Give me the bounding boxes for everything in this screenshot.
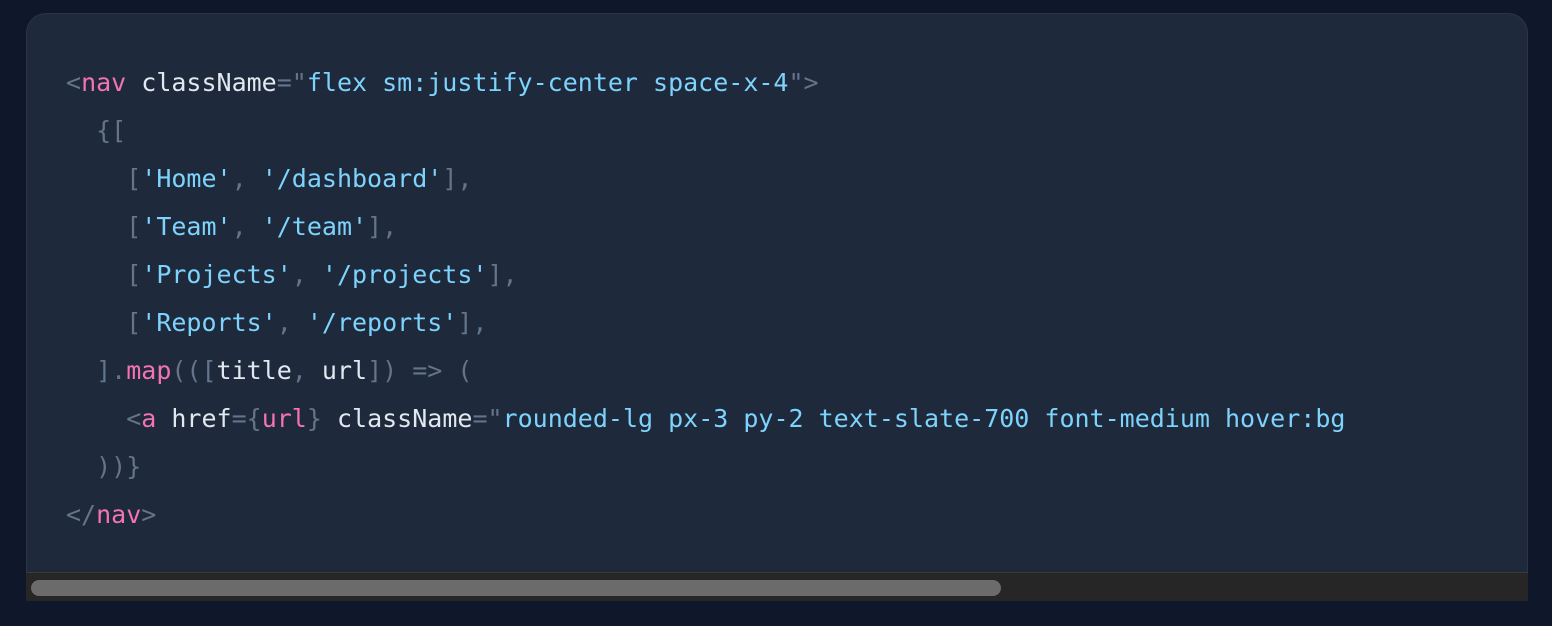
code-token: ]. <box>66 356 127 385</box>
code-token: className <box>321 404 473 433</box>
code-token: '/team' <box>261 212 368 241</box>
code-token: ={ <box>231 404 262 433</box>
code-token: , <box>231 212 262 241</box>
code-token: [ <box>66 212 142 241</box>
code-token: flex sm:justify-center space-x-4 <box>306 68 789 97</box>
code-token: nav <box>81 68 127 97</box>
code-token: =" <box>276 68 307 97</box>
code-line: ))} <box>66 443 1528 491</box>
code-line: <nav className="flex sm:justify-center s… <box>66 59 1528 107</box>
code-token: , <box>276 308 307 337</box>
code-token: 'Team' <box>141 212 232 241</box>
code-token: , <box>231 164 262 193</box>
code-token: , <box>291 356 322 385</box>
code-scroll-area[interactable]: <nav className="flex sm:justify-center s… <box>26 13 1528 573</box>
code-token: nav <box>96 500 142 529</box>
code-token: ], <box>442 164 473 193</box>
code-token: '/reports' <box>306 308 458 337</box>
code-line: ].map(([title, url]) => ( <box>66 347 1528 395</box>
code-token: ]) => ( <box>367 356 473 385</box>
code-line: ['Projects', '/projects'], <box>66 251 1528 299</box>
code-token: } <box>306 404 322 433</box>
code-token: , <box>291 260 322 289</box>
code-token: < <box>66 404 142 433</box>
code-token: ))} <box>66 452 142 481</box>
code-line: {[ <box>66 107 1528 155</box>
code-token: =" <box>472 404 503 433</box>
code-token: ], <box>457 308 488 337</box>
code-token: ], <box>367 212 398 241</box>
code-token: url <box>261 404 307 433</box>
code-token: 'Projects' <box>141 260 292 289</box>
code-line: </nav> <box>66 491 1528 539</box>
code-line: ['Reports', '/reports'], <box>66 299 1528 347</box>
code-token: (([ <box>171 356 217 385</box>
code-token: a <box>141 404 157 433</box>
code-token: '/projects' <box>321 260 488 289</box>
code-token: [ <box>66 260 142 289</box>
code-line: ['Team', '/team'], <box>66 203 1528 251</box>
code-token: 'Reports' <box>141 308 277 337</box>
code-content: <nav className="flex sm:justify-center s… <box>26 13 1528 539</box>
code-token: [ <box>66 308 142 337</box>
code-token: </ <box>66 500 97 529</box>
horizontal-scrollbar[interactable] <box>26 572 1528 601</box>
code-token: '/dashboard' <box>261 164 443 193</box>
code-token: {[ <box>66 116 127 145</box>
code-token: title <box>216 356 292 385</box>
code-token: url <box>321 356 368 385</box>
code-token: "> <box>788 68 819 97</box>
code-token: > <box>141 500 157 529</box>
code-token: [ <box>66 164 142 193</box>
code-line: <a href={url} className="rounded-lg px-3… <box>66 395 1528 443</box>
code-token: rounded-lg px-3 py-2 text-slate-700 font… <box>502 404 1346 433</box>
code-line: ['Home', '/dashboard'], <box>66 155 1528 203</box>
code-token: className <box>126 68 277 97</box>
code-token: < <box>66 68 82 97</box>
code-token: ], <box>487 260 518 289</box>
code-block: <nav className="flex sm:justify-center s… <box>26 13 1528 601</box>
code-token: map <box>126 356 172 385</box>
scrollbar-thumb[interactable] <box>31 580 1001 596</box>
code-token: href <box>156 404 232 433</box>
code-token: 'Home' <box>141 164 232 193</box>
